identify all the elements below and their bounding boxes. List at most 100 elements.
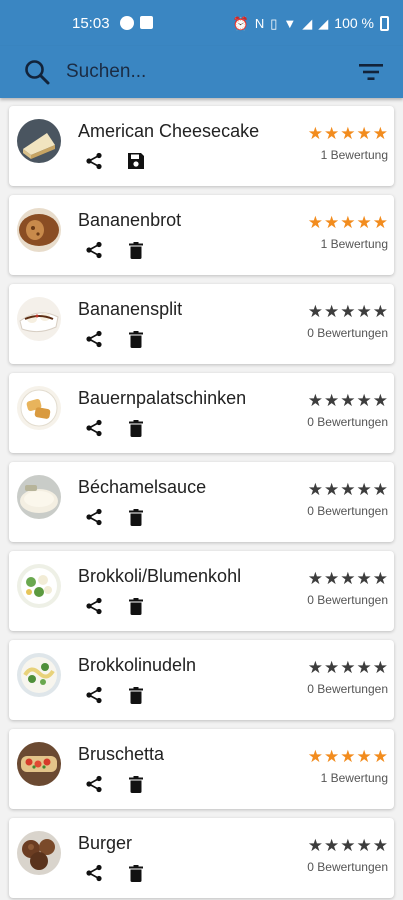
star-icon: ★ [372, 213, 388, 233]
notification-icons [119, 16, 153, 30]
star-icon: ★ [307, 658, 323, 678]
delete-icon[interactable] [126, 418, 146, 438]
recipe-name: Brokkoli/Blumenkohl [78, 566, 242, 586]
recipe-card[interactable]: Bananenbrot ★ ★ ★ ★ ★ 1 Bewertung [9, 195, 394, 275]
share-icon[interactable] [84, 329, 104, 349]
star-icon: ★ [324, 569, 340, 589]
star-icon: ★ [324, 747, 340, 767]
filter-icon[interactable] [359, 63, 383, 81]
recipe-name: American Cheesecake [78, 121, 260, 141]
star-icon: ★ [340, 213, 356, 233]
delete-icon[interactable] [126, 863, 146, 883]
star-icon: ★ [307, 569, 323, 589]
recipe-name: Béchamelsauce [78, 477, 207, 497]
rating-count: 0 Bewertungen [307, 682, 388, 696]
rating-count: 0 Bewertungen [307, 326, 388, 340]
share-icon[interactable] [84, 418, 104, 438]
rating-count: 0 Bewertungen [307, 593, 388, 607]
search-icon[interactable] [24, 59, 50, 85]
star-icon: ★ [372, 480, 388, 500]
delete-icon[interactable] [126, 329, 146, 349]
search-input[interactable] [66, 61, 359, 83]
star-icon: ★ [340, 302, 356, 322]
system-icons: ⏰ N ▯ ▼ ◢ ◢ 100 % [233, 15, 389, 31]
status-time: 15:03 [72, 14, 110, 32]
rating-stars: ★ ★ ★ ★ ★ [307, 570, 388, 588]
star-icon: ★ [356, 480, 372, 500]
alarm-icon: ⏰ [232, 15, 249, 31]
recipe-card[interactable]: Bananensplit ★ ★ ★ ★ ★ 0 Bewertungen [9, 284, 394, 364]
share-icon[interactable] [84, 685, 104, 705]
rating-count: 1 Bewertung [320, 237, 388, 251]
nfc-icon: N [254, 15, 265, 31]
star-icon: ★ [356, 213, 372, 233]
star-icon: ★ [356, 391, 372, 411]
rating-count: 1 Bewertung [320, 771, 388, 785]
star-icon: ★ [372, 124, 388, 144]
star-icon: ★ [324, 836, 340, 856]
share-icon[interactable] [84, 151, 104, 171]
recipe-card[interactable]: Bruschetta ★ ★ ★ ★ ★ 1 Bewertung [9, 729, 394, 809]
delete-icon[interactable] [126, 685, 146, 705]
delete-icon[interactable] [126, 240, 146, 260]
recipe-name: Burger [78, 833, 133, 853]
star-icon: ★ [356, 302, 372, 322]
star-icon: ★ [324, 124, 340, 144]
recipe-image [17, 653, 61, 697]
delete-icon[interactable] [126, 596, 146, 616]
recipe-image [17, 119, 61, 163]
star-icon: ★ [372, 747, 388, 767]
recipe-image [17, 742, 61, 786]
star-icon: ★ [307, 302, 323, 322]
share-icon[interactable] [84, 596, 104, 616]
recipe-image [17, 475, 61, 519]
star-icon: ★ [340, 569, 356, 589]
star-icon: ★ [307, 480, 323, 500]
rating-count: 0 Bewertungen [307, 860, 388, 874]
star-icon: ★ [324, 213, 340, 233]
recipe-name: Bauernpalatschinken [78, 388, 247, 408]
star-icon: ★ [307, 124, 323, 144]
rating-count: 0 Bewertungen [307, 504, 388, 518]
star-icon: ★ [372, 391, 388, 411]
recipe-card[interactable]: Béchamelsauce ★ ★ ★ ★ ★ 0 Bewertungen [9, 462, 394, 542]
recipe-card[interactable]: Burger ★ ★ ★ ★ ★ 0 Bewertungen [9, 818, 394, 898]
share-icon[interactable] [84, 774, 104, 794]
battery-text: 100 % [334, 15, 374, 31]
recipe-card[interactable]: Bauernpalatschinken ★ ★ ★ ★ ★ 0 Bewertungen [9, 373, 394, 453]
share-icon[interactable] [84, 507, 104, 527]
star-icon: ★ [356, 836, 372, 856]
star-icon: ★ [340, 480, 356, 500]
share-icon[interactable] [84, 863, 104, 883]
share-icon[interactable] [84, 240, 104, 260]
recipe-image [17, 564, 61, 608]
rating-stars: ★ ★ ★ ★ ★ [307, 303, 388, 321]
save-icon[interactable] [126, 151, 146, 171]
recipe-card[interactable]: Brokkoli/Blumenkohl ★ ★ ★ ★ ★ 0 Bewertungen [9, 551, 394, 631]
star-icon: ★ [340, 124, 356, 144]
recipe-image [17, 208, 61, 252]
star-icon: ★ [307, 213, 323, 233]
signal-icon: ◢ [302, 15, 313, 31]
recipe-image [17, 386, 61, 430]
delete-icon[interactable] [126, 507, 146, 527]
rating-stars: ★ ★ ★ ★ ★ [307, 837, 388, 855]
rating-stars: ★ ★ ★ ★ ★ [308, 214, 388, 232]
recipe-name: Brokkolinudeln [78, 655, 197, 675]
recipe-image [17, 297, 61, 341]
recipe-name: Bananenbrot [78, 210, 182, 230]
rating-count: 1 Bewertung [320, 148, 388, 162]
recipe-card[interactable]: Brokkolinudeln ★ ★ ★ ★ ★ 0 Bewertungen [9, 640, 394, 720]
delete-icon[interactable] [126, 774, 146, 794]
wifi-icon: ▼ [283, 15, 297, 31]
rating-stars: ★ ★ ★ ★ ★ [308, 125, 388, 143]
battery-icon [380, 15, 389, 31]
recipe-name: Bananensplit [78, 299, 183, 319]
recipe-card[interactable]: American Cheesecake ★ ★ ★ ★ ★ 1 Bewertung [9, 106, 394, 186]
star-icon: ★ [340, 836, 356, 856]
star-icon: ★ [340, 747, 356, 767]
star-icon: ★ [307, 391, 323, 411]
rating-stars: ★ ★ ★ ★ ★ [308, 748, 388, 766]
vibrate-icon: ▯ [270, 15, 278, 31]
rating-stars: ★ ★ ★ ★ ★ [307, 481, 388, 499]
